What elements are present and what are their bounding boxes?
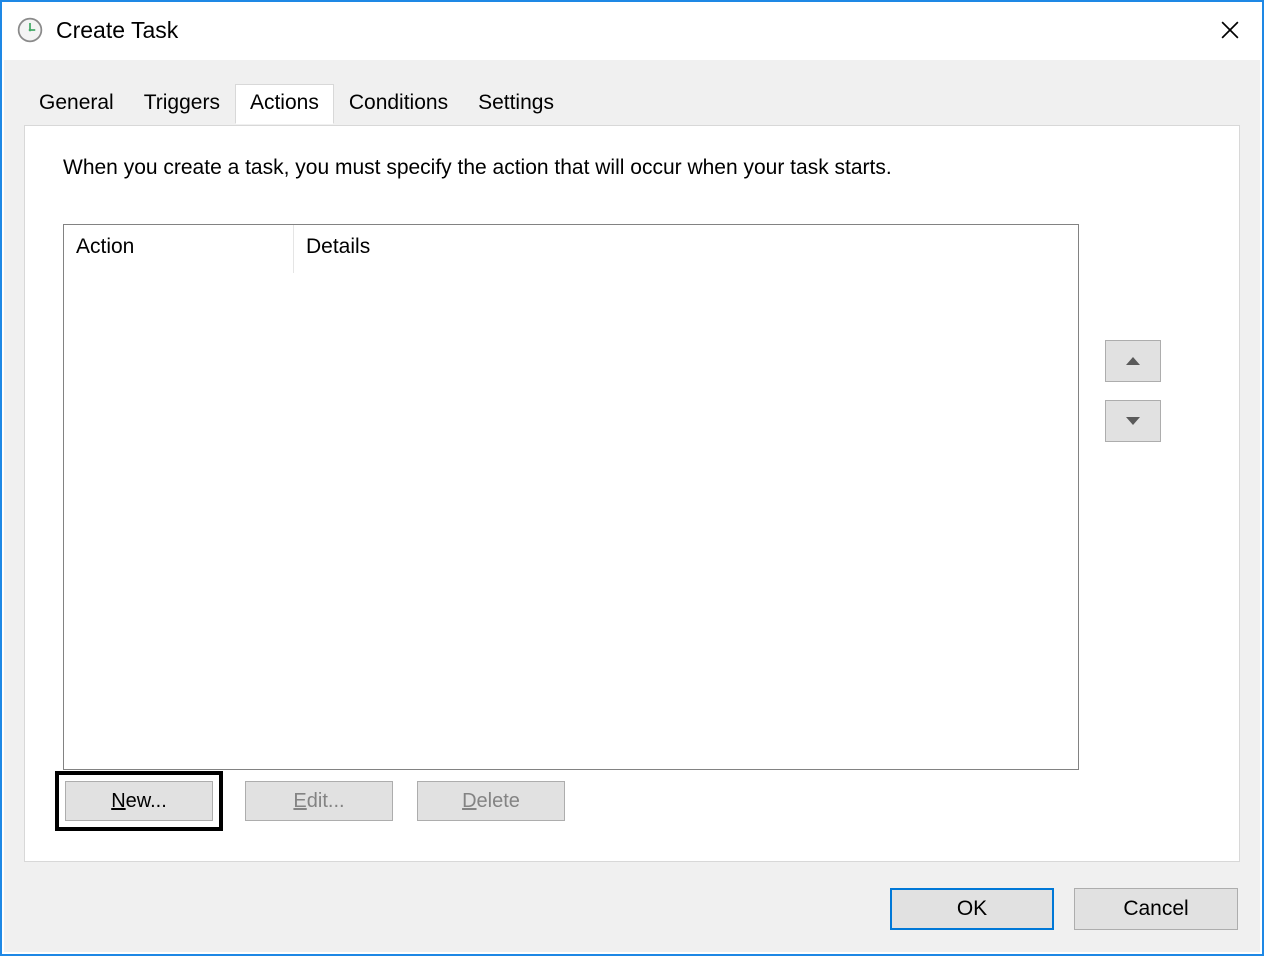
tab-settings[interactable]: Settings <box>463 84 569 124</box>
actions-panel: When you create a task, you must specify… <box>24 125 1240 862</box>
listview-header: Action Details <box>64 225 1078 273</box>
tab-conditions[interactable]: Conditions <box>334 84 463 124</box>
clock-icon <box>16 16 44 44</box>
actions-listview[interactable]: Action Details <box>63 224 1079 770</box>
column-details[interactable]: Details <box>294 225 1078 273</box>
client-area: General Triggers Actions Conditions Sett… <box>4 60 1260 952</box>
action-buttons-row: New... Edit... Delete <box>55 771 589 831</box>
new-button[interactable]: New... <box>65 781 213 821</box>
reorder-controls <box>1105 340 1161 460</box>
tab-actions[interactable]: Actions <box>235 84 334 124</box>
move-down-button[interactable] <box>1105 400 1161 442</box>
instruction-text: When you create a task, you must specify… <box>63 156 892 180</box>
create-task-window: Create Task General Triggers Actions Con… <box>0 0 1264 956</box>
cancel-button[interactable]: Cancel <box>1074 888 1238 930</box>
tab-triggers[interactable]: Triggers <box>129 84 235 124</box>
edit-button[interactable]: Edit... <box>245 781 393 821</box>
delete-button[interactable]: Delete <box>417 781 565 821</box>
dialog-buttons: OK Cancel <box>870 888 1238 930</box>
column-action[interactable]: Action <box>64 225 294 273</box>
tabstrip: General Triggers Actions Conditions Sett… <box>24 84 569 124</box>
new-button-highlight: New... <box>55 771 223 831</box>
ok-button[interactable]: OK <box>890 888 1054 930</box>
titlebar: Create Task <box>2 2 1262 58</box>
move-up-button[interactable] <box>1105 340 1161 382</box>
window-title: Create Task <box>56 17 1208 44</box>
triangle-down-icon <box>1126 417 1140 425</box>
tab-general[interactable]: General <box>24 84 129 124</box>
close-button[interactable] <box>1208 8 1252 52</box>
triangle-up-icon <box>1126 357 1140 365</box>
